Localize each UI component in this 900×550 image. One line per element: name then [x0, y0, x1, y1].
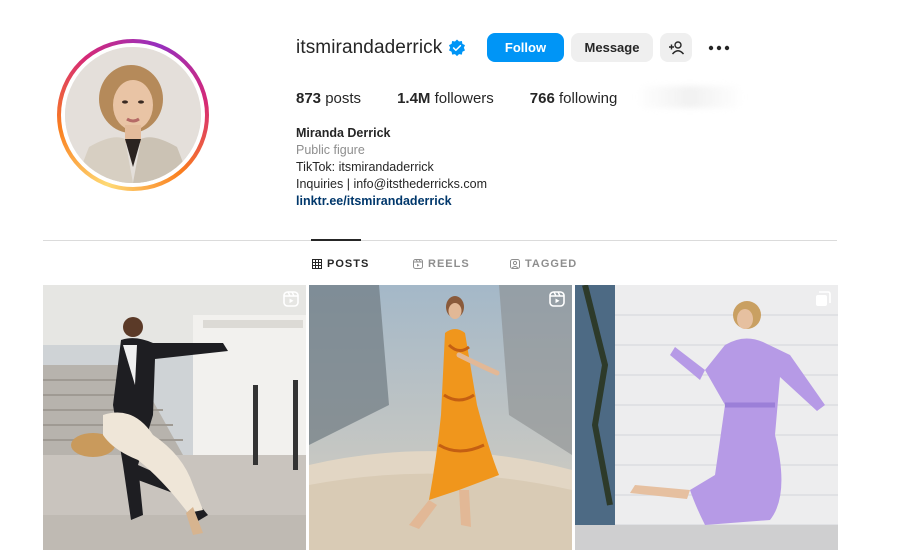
tab-tagged[interactable]: TAGGED [510, 258, 577, 270]
following-count: 766 [529, 90, 555, 107]
posts-stat: 873 posts [296, 90, 361, 107]
reels-icon [413, 259, 423, 269]
tagged-icon [510, 259, 520, 269]
avatar-image [65, 47, 201, 183]
username[interactable]: itsmirandaderrick [296, 37, 442, 59]
followers-stat[interactable]: 1.4M followers [397, 90, 494, 107]
profile-bio: Miranda Derrick Public figure TikTok: it… [296, 125, 487, 210]
profile-stats: 873 posts 1.4M followers 766 following [296, 90, 653, 107]
posts-count: 873 [296, 90, 322, 107]
following-stat[interactable]: 766 following [530, 90, 618, 107]
post-image-lavender-outfit [575, 285, 838, 550]
follow-button[interactable]: Follow [487, 33, 564, 62]
post-image-dancing-couple [43, 285, 306, 550]
profile-tabs: POSTS REELS TAGGED [0, 258, 900, 272]
message-button[interactable]: Message [571, 33, 653, 62]
posts-label: posts [325, 90, 362, 107]
reel-badge-icon [549, 291, 565, 307]
tab-posts-label: POSTS [327, 258, 370, 270]
tab-tagged-label: TAGGED [525, 258, 578, 270]
tabs-divider [43, 240, 837, 241]
suggested-accounts-button[interactable] [660, 33, 692, 62]
post-tile[interactable] [309, 285, 572, 550]
category-label: Public figure [296, 143, 365, 157]
followers-count: 1.4M [397, 90, 431, 107]
following-label: following [558, 90, 618, 107]
bio-line-inquiries: Inquiries | info@itsthederricks.com [296, 177, 488, 191]
bio-line-tiktok: TikTok: itsmirandaderrick [296, 160, 434, 174]
display-name: Miranda Derrick [296, 126, 391, 140]
tab-posts[interactable]: POSTS [312, 258, 369, 270]
blurred-region [636, 86, 744, 108]
verified-badge-icon [449, 39, 466, 57]
post-image-orange-dress [309, 285, 572, 550]
active-tab-indicator [311, 239, 361, 241]
tab-reels[interactable]: REELS [413, 258, 470, 270]
carousel-badge-icon [816, 291, 831, 306]
add-person-icon [669, 40, 684, 54]
tab-reels-label: REELS [428, 258, 470, 270]
followers-label: followers [434, 90, 494, 107]
bio-link[interactable]: linktr.ee/itsmirandaderrick [296, 193, 487, 210]
profile-header: itsmirandaderrick [296, 33, 466, 63]
post-tile[interactable] [575, 285, 838, 550]
story-ring[interactable] [57, 39, 209, 191]
more-options-icon[interactable] [708, 40, 730, 56]
grid-icon [312, 259, 322, 269]
post-tile[interactable] [43, 285, 306, 550]
avatar-border [61, 43, 205, 187]
reel-badge-icon [283, 291, 299, 307]
avatar[interactable] [65, 47, 201, 183]
